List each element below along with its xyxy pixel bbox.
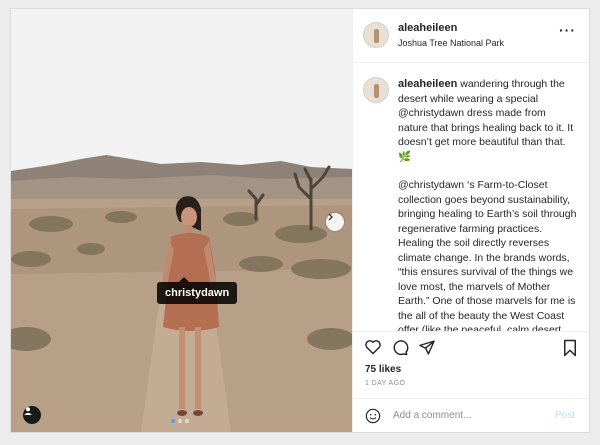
post-comment-button[interactable]: Post <box>555 410 575 421</box>
caption-username[interactable]: aleaheileen <box>398 78 457 90</box>
share-icon[interactable] <box>418 339 436 356</box>
more-options-icon[interactable]: ··· <box>559 23 576 37</box>
timestamp[interactable]: 1 DAY AGO <box>365 380 405 387</box>
carousel-dot <box>185 419 189 423</box>
heart-icon[interactable] <box>364 339 382 355</box>
action-bar <box>353 331 589 358</box>
location-link[interactable]: Joshua Tree National Park <box>398 38 504 48</box>
avatar[interactable] <box>363 77 389 103</box>
add-comment-bar: Add a comment... Post <box>353 398 589 432</box>
tagged-users-button[interactable] <box>23 406 41 424</box>
bookmark-icon[interactable] <box>562 339 578 357</box>
comments-section: aleaheileen wandering through the desert… <box>353 63 589 331</box>
carousel-indicator <box>171 419 189 423</box>
caption-text-2: @christydawn ‘s Farm-to-Closet collectio… <box>398 179 577 331</box>
photo-user-tag[interactable]: christydawn <box>157 277 238 304</box>
carousel-next-button[interactable] <box>326 213 344 231</box>
chevron-right-icon <box>328 213 333 221</box>
avatar[interactable] <box>363 22 389 48</box>
username-link[interactable]: aleaheileen <box>398 22 457 34</box>
instagram-post: christydawn aleaheileen Joshua Tree Nati… <box>10 8 590 433</box>
post-header: aleaheileen Joshua Tree National Park ··… <box>353 9 589 63</box>
carousel-dot <box>171 419 175 423</box>
caption: aleaheileen wandering through the desert… <box>398 77 578 331</box>
user-tag-icon <box>24 407 32 415</box>
like-count[interactable]: 75 likes <box>365 364 401 375</box>
post-sidebar: aleaheileen Joshua Tree National Park ··… <box>352 9 589 432</box>
post-photo[interactable]: christydawn <box>11 9 352 432</box>
caption-text: wandering through the desert while weari… <box>398 78 574 163</box>
comment-input[interactable]: Add a comment... <box>393 410 471 421</box>
emoji-icon[interactable] <box>365 408 381 424</box>
carousel-dot <box>178 419 182 423</box>
desert-photo <box>11 9 352 432</box>
comment-icon[interactable] <box>391 339 409 356</box>
